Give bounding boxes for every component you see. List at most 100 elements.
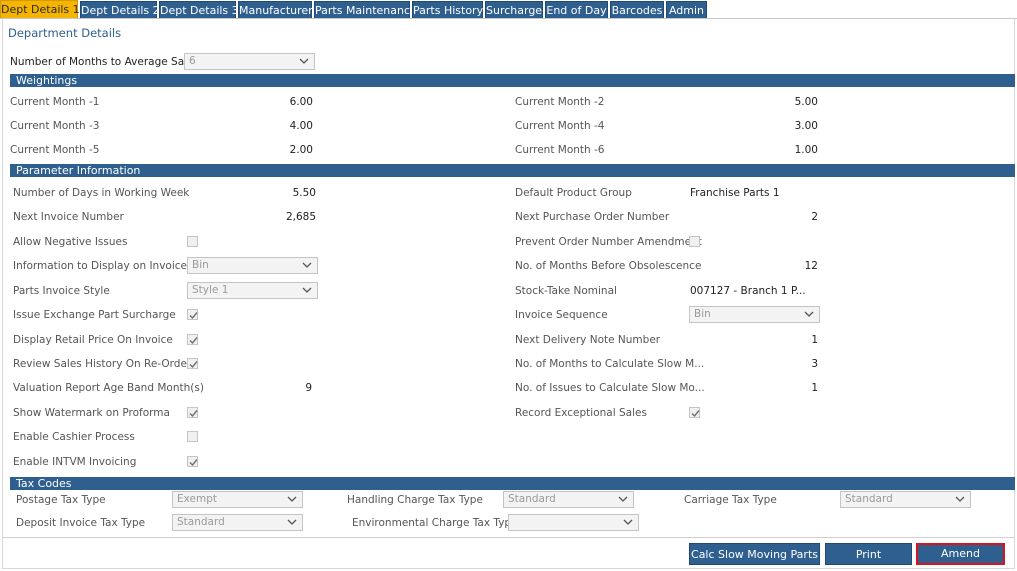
avg-months-label: Number of Months to Average Sal...	[10, 56, 198, 68]
intvm-checkbox[interactable]	[187, 456, 198, 467]
invoice-style-select[interactable]: Style 1	[187, 282, 318, 299]
chevron-down-icon	[299, 56, 309, 66]
calc-slow-moving-button[interactable]: Calc Slow Moving Parts	[689, 543, 820, 565]
tab-manufacturer[interactable]: Manufacturer	[238, 1, 313, 19]
weight-label-1: Current Month -1	[10, 96, 100, 108]
checkmark-icon	[189, 312, 198, 320]
next-delivery-label: Next Delivery Note Number	[515, 334, 661, 346]
cashier-label: Enable Cashier Process	[13, 431, 135, 443]
deposit-tax-value: Standard	[177, 516, 225, 528]
prevent-order-checkbox[interactable]	[689, 236, 700, 247]
days-working-week-label: Number of Days in Working Week	[13, 187, 190, 199]
obsolescence-value: 12	[804, 260, 818, 272]
allow-negative-label: Allow Negative Issues	[13, 236, 128, 248]
tab-dept-details-3[interactable]: Dept Details 3	[159, 1, 239, 19]
exchange-surcharge-checkbox[interactable]	[187, 309, 198, 320]
checkmark-icon	[189, 410, 198, 418]
review-sales-checkbox[interactable]	[187, 358, 198, 369]
default-group-label: Default Product Group	[515, 187, 632, 199]
next-invoice-value: 2,685	[285, 211, 316, 223]
slow-months-label: No. of Months to Calculate Slow M...	[515, 358, 705, 370]
weight-value-5: 2.00	[289, 144, 313, 156]
next-po-label: Next Purchase Order Number	[515, 211, 670, 223]
chevron-down-icon	[302, 260, 312, 270]
weight-label-3: Current Month -3	[10, 120, 100, 132]
parameter-info-header: Parameter Information	[10, 164, 1015, 177]
next-invoice-label: Next Invoice Number	[13, 211, 124, 223]
exceptional-checkbox[interactable]	[689, 407, 700, 418]
deposit-tax-select[interactable]: Standard	[172, 514, 303, 531]
slow-issues-value: 1	[811, 382, 818, 394]
valuation-age-value: 9	[305, 382, 312, 394]
chevron-down-icon	[804, 309, 814, 319]
handling-tax-select[interactable]: Standard	[503, 491, 634, 508]
tab-dept-details-1[interactable]: Dept Details 1	[0, 0, 80, 19]
print-button[interactable]: Print	[825, 543, 912, 565]
tab-barcodes[interactable]: Barcodes	[610, 1, 664, 19]
environmental-tax-label: Environmental Charge Tax Type	[352, 517, 518, 529]
handling-tax-value: Standard	[508, 493, 556, 505]
stocktake-value: 007127 - Branch 1 P...	[690, 285, 806, 297]
chevron-down-icon	[955, 494, 965, 504]
tab-dept-details-2[interactable]: Dept Details 2	[80, 1, 160, 19]
tab-surcharge[interactable]: Surcharge	[485, 1, 543, 19]
invoice-seq-value: Bin	[694, 308, 711, 320]
tab-end-of-day[interactable]: End of Day	[545, 1, 608, 19]
prevent-order-label: Prevent Order Number Amendment	[515, 236, 702, 248]
watermark-label: Show Watermark on Proforma	[13, 407, 170, 419]
chevron-down-icon	[618, 494, 628, 504]
chevron-down-icon	[302, 285, 312, 295]
postage-tax-label: Postage Tax Type	[16, 494, 106, 506]
invoice-style-label: Parts Invoice Style	[13, 285, 110, 297]
postage-tax-value: Exempt	[177, 493, 217, 505]
amend-button[interactable]: Amend	[916, 543, 1005, 565]
info-invoice-select[interactable]: Bin	[187, 257, 318, 274]
deposit-tax-label: Deposit Invoice Tax Type	[16, 517, 146, 529]
environmental-tax-select[interactable]	[508, 514, 639, 531]
weight-value-6: 1.00	[794, 144, 818, 156]
retail-price-checkbox[interactable]	[187, 334, 198, 345]
tax-codes-header: Tax Codes	[10, 477, 1015, 490]
checkmark-icon	[691, 410, 700, 418]
carriage-tax-label: Carriage Tax Type	[684, 494, 777, 506]
slow-months-value: 3	[811, 358, 818, 370]
next-delivery-value: 1	[811, 334, 818, 346]
weight-label-5: Current Month -5	[10, 144, 100, 156]
avg-months-select[interactable]: 6	[184, 53, 315, 70]
invoice-seq-select[interactable]: Bin	[689, 306, 820, 323]
exchange-surcharge-label: Issue Exchange Part Surcharge	[13, 309, 176, 321]
checkmark-icon	[189, 459, 198, 467]
invoice-seq-label: Invoice Sequence	[515, 309, 608, 321]
postage-tax-select[interactable]: Exempt	[172, 491, 303, 508]
avg-months-value: 6	[189, 55, 196, 67]
weightings-header: Weightings	[10, 74, 1015, 87]
allow-negative-checkbox[interactable]	[187, 236, 198, 247]
slow-issues-label: No. of Issues to Calculate Slow Mo...	[515, 382, 705, 394]
footer-divider	[2, 537, 1015, 538]
watermark-checkbox[interactable]	[187, 407, 198, 418]
weight-value-2: 5.00	[794, 96, 818, 108]
chevron-down-icon	[623, 517, 633, 527]
exceptional-label: Record Exceptional Sales	[515, 407, 647, 419]
cashier-checkbox[interactable]	[187, 431, 198, 442]
weight-label-2: Current Month -2	[515, 96, 605, 108]
tab-parts-maintenance[interactable]: Parts Maintenance	[314, 1, 417, 19]
chevron-down-icon	[287, 517, 297, 527]
info-invoice-label: Information to Display on Invoice	[13, 260, 187, 272]
next-po-value: 2	[811, 211, 818, 223]
weight-label-6: Current Month -6	[515, 144, 605, 156]
page-title: Department Details	[8, 26, 122, 40]
retail-price-label: Display Retail Price On Invoice	[13, 334, 173, 346]
review-sales-label: Review Sales History On Re-Order	[13, 358, 192, 370]
tab-admin[interactable]: Admin	[666, 1, 707, 19]
tab-parts-history[interactable]: Parts History	[412, 1, 483, 19]
invoice-style-value: Style 1	[192, 284, 229, 296]
carriage-tax-select[interactable]: Standard	[840, 491, 971, 508]
weight-label-4: Current Month -4	[515, 120, 605, 132]
weight-value-1: 6.00	[289, 96, 313, 108]
weight-value-3: 4.00	[289, 120, 313, 132]
checkmark-icon	[189, 361, 198, 369]
valuation-age-label: Valuation Report Age Band Month(s)	[13, 382, 204, 394]
obsolescence-label: No. of Months Before Obsolescence	[515, 260, 702, 272]
carriage-tax-value: Standard	[845, 493, 893, 505]
